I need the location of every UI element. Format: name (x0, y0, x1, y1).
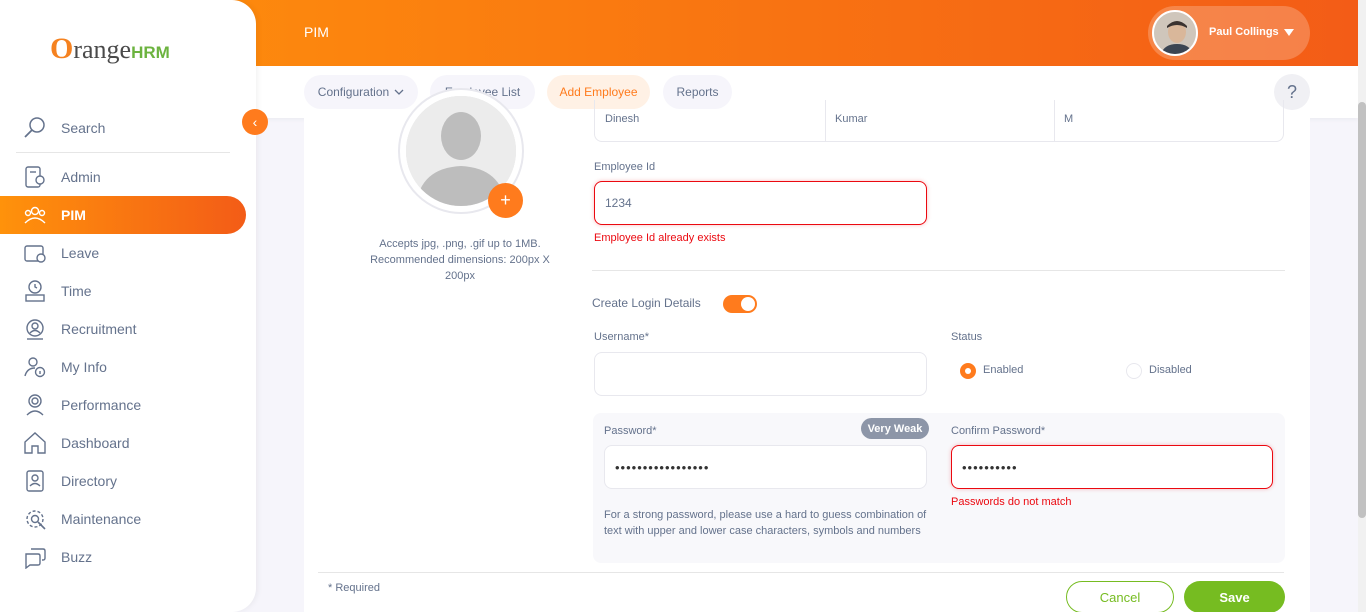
sidebar-item-leave[interactable]: Leave (0, 234, 246, 272)
password-hint: For a strong password, please use a hard… (604, 509, 927, 537)
password-value: ••••••••••••••••• (615, 459, 710, 475)
pim-icon (24, 206, 46, 224)
sidebar-item-my-info[interactable]: My Info (0, 348, 246, 386)
photo-hint: Accepts jpg, .png, .gif up to 1MB. Recom… (370, 238, 550, 282)
sidebar-item-label: Time (61, 283, 92, 299)
add-employee-form: + Accepts jpg, .png, .gif up to 1MB. Rec… (304, 88, 1310, 612)
sidebar-search[interactable]: Search (0, 109, 246, 147)
sidebar-item-dashboard[interactable]: Dashboard (0, 424, 246, 462)
sidebar-item-performance[interactable]: Performance (0, 386, 246, 424)
sidebar-item-label: Buzz (61, 549, 93, 565)
create-login-label: Create Login Details (592, 296, 701, 310)
sidebar-item-label: Admin (61, 169, 101, 185)
leave-icon (24, 245, 46, 263)
maintenance-icon (26, 510, 46, 530)
performance-icon (26, 394, 44, 416)
buzz-icon (25, 548, 46, 569)
scrollbar-thumb[interactable] (1358, 102, 1366, 518)
caret-down-icon[interactable] (1284, 29, 1294, 36)
first-name-field[interactable]: Dinesh (595, 100, 825, 142)
add-photo-button[interactable]: + (488, 183, 523, 218)
tab-label: Configuration (317, 85, 390, 99)
dashboard-icon (24, 432, 46, 454)
confirm-password-label: Confirm Password* (951, 425, 1046, 437)
plus-icon: + (500, 190, 511, 210)
toggle-knob (741, 297, 755, 311)
sidebar-item-maintenance[interactable]: Maintenance (0, 500, 246, 538)
cancel-button[interactable]: Cancel (1066, 581, 1174, 612)
sidebar-item-label: My Info (61, 359, 107, 375)
save-button[interactable]: Save (1184, 581, 1285, 612)
confirm-password-value: •••••••••• (962, 459, 1018, 475)
confirm-password-error: Passwords do not match (951, 496, 1072, 508)
status-label: Status (951, 331, 983, 343)
sidebar-item-label: Leave (61, 245, 100, 261)
employee-id-value: 1234 (605, 196, 632, 210)
user-avatar (1152, 10, 1198, 56)
sidebar-item-buzz[interactable]: Buzz (0, 538, 246, 576)
last-name-field[interactable]: M (1054, 100, 1283, 142)
sidebar-item-recruitment[interactable]: Recruitment (0, 310, 246, 348)
tab-configuration[interactable]: Configuration (304, 75, 418, 109)
help-icon: ? (1286, 81, 1297, 102)
orangehrm-logo: OrangeHRM (50, 32, 170, 65)
sidebar: OrangeHRM Search Admin PIM Leave Time Re… (0, 0, 256, 612)
username-label: Username* (594, 331, 650, 343)
section-divider (592, 270, 1285, 271)
sidebar-item-label: Maintenance (61, 511, 142, 527)
password-input[interactable]: ••••••••••••••••• (604, 445, 927, 489)
search-divider (16, 152, 230, 153)
chevron-left-icon: ‹ (252, 114, 258, 130)
sidebar-item-directory[interactable]: Directory (0, 462, 246, 500)
employee-id-input[interactable]: 1234 (594, 181, 927, 225)
sidebar-item-admin[interactable]: Admin (0, 158, 246, 196)
my-info-icon (24, 357, 46, 378)
sidebar-item-time[interactable]: Time (0, 272, 246, 310)
module-title: PIM (304, 24, 329, 40)
user-name: Paul Collings (1209, 26, 1279, 38)
user-menu[interactable]: Paul Collings (1148, 6, 1310, 60)
sidebar-search-label: Search (61, 120, 106, 136)
employee-id-error: Employee Id already exists (594, 232, 726, 244)
employee-id-label: Employee Id (594, 161, 656, 173)
recruitment-icon (26, 319, 44, 340)
chevron-down-icon (394, 89, 404, 95)
sidebar-item-pim[interactable]: PIM (0, 196, 246, 234)
tab-label: Add Employee (559, 85, 638, 99)
username-input[interactable] (594, 352, 927, 396)
footer-divider (318, 572, 1284, 573)
sidebar-item-label: Performance (61, 397, 142, 413)
tab-label: Reports (676, 85, 719, 99)
status-disabled-radio[interactable] (1126, 363, 1142, 379)
admin-icon (25, 166, 45, 188)
password-label: Password* (604, 425, 657, 437)
status-enabled-label: Enabled (983, 364, 1024, 376)
status-enabled-radio[interactable] (960, 363, 976, 379)
sidebar-item-label: Directory (61, 473, 118, 489)
employee-name-fields: Dinesh Kumar M (594, 100, 1284, 142)
confirm-password-input[interactable]: •••••••••• (951, 445, 1273, 489)
required-note: * Required (328, 582, 380, 594)
create-login-toggle[interactable] (723, 295, 757, 313)
time-icon (25, 280, 45, 302)
sidebar-collapse-button[interactable]: ‹ (242, 109, 268, 135)
search-icon (24, 117, 45, 138)
directory-icon (26, 470, 44, 492)
sidebar-item-label: PIM (61, 207, 86, 223)
password-strength-badge: Very Weak (861, 418, 929, 439)
status-disabled-label: Disabled (1149, 364, 1192, 376)
sidebar-item-label: Recruitment (61, 321, 137, 337)
middle-name-field[interactable]: Kumar (825, 100, 1054, 142)
sidebar-item-label: Dashboard (61, 435, 130, 451)
